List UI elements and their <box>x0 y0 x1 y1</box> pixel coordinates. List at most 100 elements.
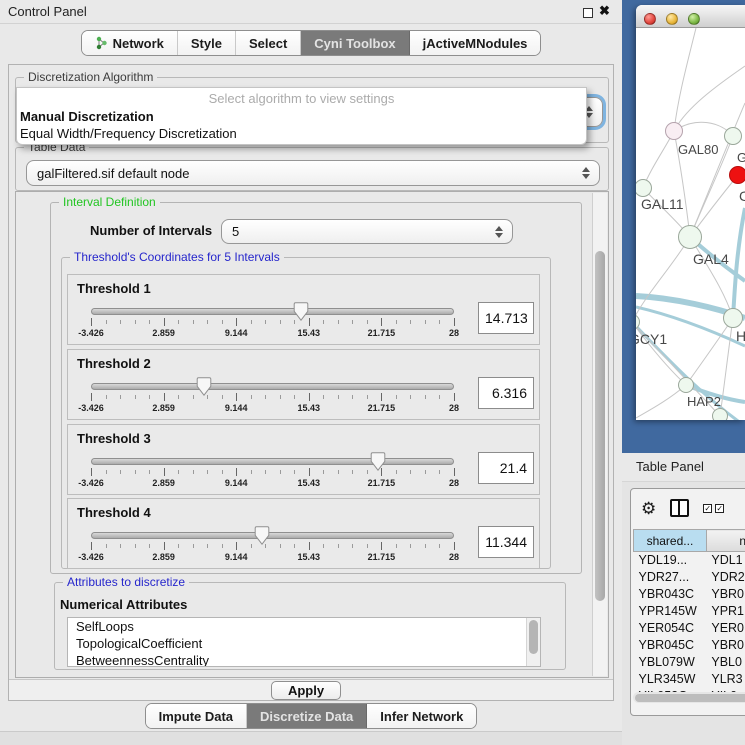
close-window-icon[interactable] <box>644 13 656 25</box>
table-cell[interactable]: YDL1 <box>706 552 745 569</box>
tick-mark <box>439 470 440 474</box>
table-panel-body: ⚙ ✓ ✓ shared... name YDL19...YDL1YDR27..… <box>622 482 745 745</box>
tab-style[interactable]: Style <box>178 31 236 55</box>
checkbox-icon: ✓ <box>715 504 724 513</box>
tick-mark <box>396 395 397 399</box>
apply-button[interactable]: Apply <box>271 681 341 700</box>
network-node[interactable] <box>723 308 743 328</box>
network-node-selected[interactable] <box>729 166 745 184</box>
tick-mark <box>106 395 107 399</box>
table-cell[interactable]: YBR045C <box>634 637 707 654</box>
tick-mark <box>120 395 121 399</box>
table-cell[interactable]: YDR27... <box>634 569 707 586</box>
tab-discretize-data[interactable]: Discretize Data <box>247 704 367 728</box>
tick-mark <box>338 320 339 324</box>
table-panel-titlebar: Table Panel <box>622 453 745 482</box>
tab-select[interactable]: Select <box>236 31 301 55</box>
threshold-value-input[interactable] <box>478 302 534 334</box>
table-cell[interactable]: YDL19... <box>634 552 707 569</box>
tick-label: 2.859 <box>152 328 175 338</box>
table-cell[interactable]: YPR1 <box>706 603 745 620</box>
tab-network[interactable]: Network <box>82 31 178 55</box>
threshold-value-input[interactable] <box>478 526 534 558</box>
tick-mark <box>309 393 310 401</box>
attribute-list-item[interactable]: SelfLoops <box>68 618 540 635</box>
table-row[interactable]: YPR145WYPR1 <box>634 603 745 620</box>
network-canvas[interactable]: GAL80 GAL11 GAL4 GCY1 HAP2 G C H <box>636 28 745 420</box>
table-cell[interactable]: YER0 <box>706 620 745 637</box>
network-node[interactable] <box>724 127 742 145</box>
algorithm-option-equal-width[interactable]: Equal Width/Frequency Discretization <box>20 126 237 141</box>
minimize-window-icon[interactable] <box>666 13 678 25</box>
tick-mark <box>207 470 208 474</box>
slider-track[interactable] <box>91 458 454 465</box>
attribute-list-item[interactable]: BetweennessCentrality <box>68 652 540 667</box>
scrollbar-thumb[interactable] <box>595 251 605 601</box>
table-row[interactable]: YER054CYER0 <box>634 620 745 637</box>
network-node[interactable] <box>678 225 702 249</box>
table-row[interactable]: YBR045CYBR0 <box>634 637 745 654</box>
threshold-value-input[interactable] <box>478 377 534 409</box>
table-data-select[interactable]: galFiltered.sif default node <box>26 160 600 186</box>
algorithm-option-manual[interactable]: Manual Discretization <box>20 109 154 124</box>
list-scrollbar[interactable] <box>526 618 540 666</box>
table-cell[interactable]: YBR0 <box>706 586 745 603</box>
gear-icon[interactable]: ⚙ <box>641 500 656 517</box>
tab-cyni-toolbox[interactable]: Cyni Toolbox <box>301 31 409 55</box>
slider-track[interactable] <box>91 383 454 390</box>
table-cell[interactable]: YER054C <box>634 620 707 637</box>
column-header-name[interactable]: name <box>706 530 745 552</box>
table-row[interactable]: YDL19...YDL1 <box>634 552 745 569</box>
tab-label: Style <box>191 36 222 51</box>
numerical-attributes-list[interactable]: SelfLoopsTopologicalCoefficientBetweenne… <box>67 617 541 667</box>
spinner-arrows-icon <box>495 226 503 238</box>
tick-mark <box>425 470 426 474</box>
table-cell[interactable]: YBL0 <box>706 654 745 671</box>
tick-mark <box>265 395 266 399</box>
tab-impute-data[interactable]: Impute Data <box>146 704 247 728</box>
panel-scrollbar[interactable] <box>592 193 607 676</box>
float-panel-icon[interactable] <box>583 8 593 18</box>
columns-icon[interactable] <box>670 499 689 517</box>
table-row[interactable]: YBR043CYBR0 <box>634 586 745 603</box>
network-node[interactable] <box>678 377 694 393</box>
threshold-3-panel: Threshold 3 -3.4262.8599.14415.4321.7152… <box>67 424 540 495</box>
select-checkboxes-icon[interactable]: ✓ ✓ <box>703 504 724 513</box>
attribute-list-item[interactable]: TopologicalCoefficient <box>68 635 540 652</box>
table-cell[interactable]: YBR0 <box>706 637 745 654</box>
tick-mark <box>222 470 223 474</box>
tab-infer-network[interactable]: Infer Network <box>367 704 476 728</box>
threshold-label: Threshold 3 <box>77 431 151 446</box>
table-row[interactable]: YLR345WYLR3 <box>634 671 745 688</box>
table-row[interactable]: YBL079WYBL0 <box>634 654 745 671</box>
table-row[interactable]: YDR27...YDR2 <box>634 569 745 586</box>
tab-label: Network <box>113 36 164 51</box>
application-window: Control Panel ✖ Network Style Select Cyn… <box>0 0 745 745</box>
network-window-titlebar[interactable] <box>636 5 745 28</box>
table-cell[interactable]: YLR3 <box>706 671 745 688</box>
network-node[interactable] <box>665 122 683 140</box>
table-hscrollbar[interactable] <box>633 692 745 703</box>
number-of-intervals-spinner[interactable]: 5 <box>221 219 513 244</box>
tick-mark <box>381 542 382 550</box>
table-cell[interactable]: YPR145W <box>634 603 707 620</box>
close-panel-icon[interactable]: ✖ <box>599 3 610 19</box>
table-cell[interactable]: YBL079W <box>634 654 707 671</box>
slider-ticks <box>91 318 454 327</box>
tick-mark <box>454 542 455 550</box>
node-label-gal11: GAL11 <box>641 196 684 212</box>
slider-track[interactable] <box>91 532 454 539</box>
scrollbar-thumb[interactable] <box>635 694 745 702</box>
zoom-window-icon[interactable] <box>688 13 700 25</box>
scrollbar-thumb[interactable] <box>529 620 538 654</box>
column-header-shared-name[interactable]: shared... <box>634 530 707 552</box>
slider-track[interactable] <box>91 308 454 315</box>
threshold-value-input[interactable] <box>478 452 534 484</box>
network-node[interactable] <box>712 408 728 420</box>
tick-mark <box>207 395 208 399</box>
table-cell[interactable]: YDR2 <box>706 569 745 586</box>
group-title: Attributes to discretize <box>63 575 189 589</box>
table-cell[interactable]: YLR345W <box>634 671 707 688</box>
table-cell[interactable]: YBR043C <box>634 586 707 603</box>
tab-jactivemnodules[interactable]: jActiveMNodules <box>410 31 541 55</box>
